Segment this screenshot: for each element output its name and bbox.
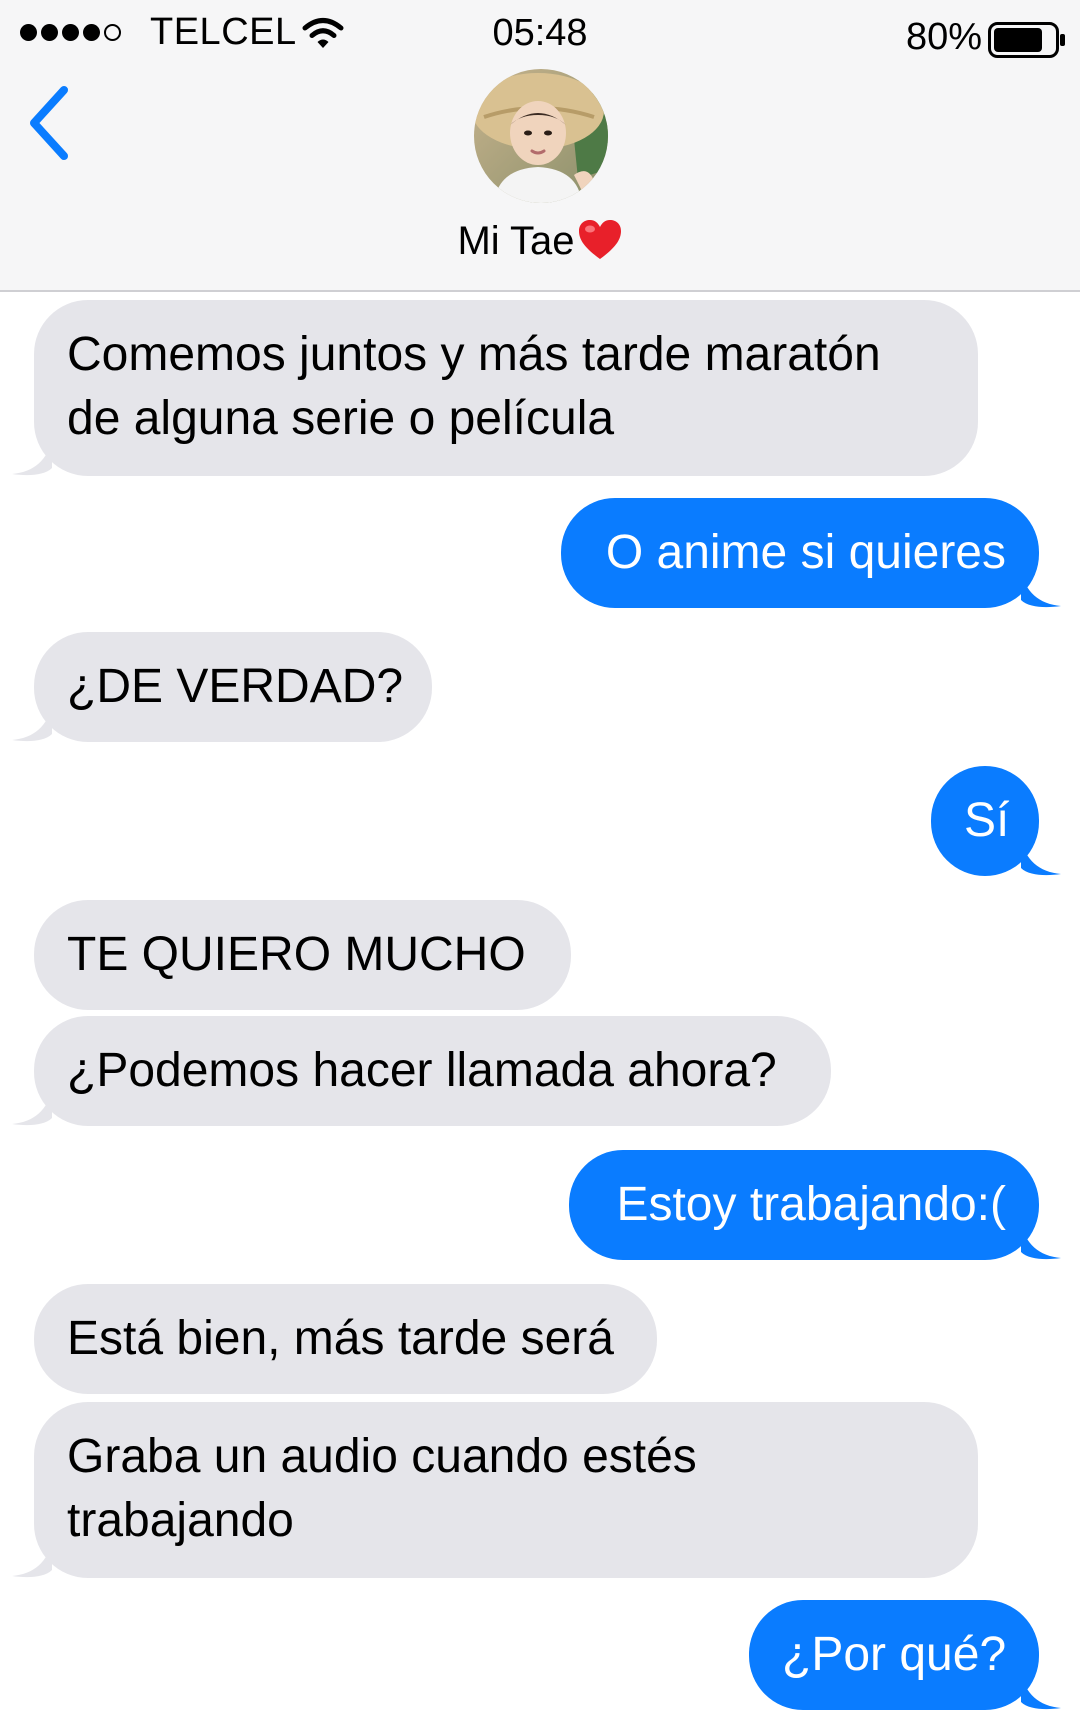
incoming-message-bubble[interactable]: Graba un audio cuando estés trabajando [34,1402,978,1578]
incoming-message-bubble[interactable]: ¿Podemos hacer llamada ahora? [34,1016,831,1126]
message-text: ¿DE VERDAD? [67,660,404,713]
incoming-message-bubble[interactable]: TE QUIERO MUCHO [34,900,571,1010]
outgoing-bubble-tail [1021,838,1061,876]
incoming-bubble-tail [12,704,52,742]
battery-icon [988,22,1065,58]
message-text: Comemos juntos y más tarde maratón [67,328,881,381]
message-text: trabajando [67,1494,294,1547]
incoming-bubble-tail [12,438,52,476]
message-text: de alguna serie o película [67,392,615,445]
message-text: Sí [964,794,1010,847]
outgoing-message-bubble[interactable]: O anime si quieres [561,498,1039,608]
battery-percentage: 80% [905,16,982,58]
incoming-message-bubble[interactable]: Comemos juntos y más tarde maratón de alg… [34,300,978,476]
contact-name-row[interactable]: Mi Tae [0,214,1080,268]
message-text: Estoy trabajando:( [616,1178,1006,1231]
outgoing-bubble-tail [1021,1672,1061,1710]
message-text: O anime si quieres [605,526,1006,579]
outgoing-message-bubble[interactable]: Estoy trabajando:( [569,1150,1039,1260]
red-heart-icon [578,220,621,259]
message-text: Está bien, más tarde será [67,1312,614,1365]
message-text: ¿Podemos hacer llamada ahora? [67,1044,777,1097]
messages-screen: TELCEL 05:48 80% Mi Tae Comemos juntos y… [0,0,1080,1729]
message-text: Graba un audio cuando estés [67,1430,697,1483]
incoming-message-bubble[interactable]: ¿DE VERDAD? [34,632,432,742]
incoming-bubble-tail [12,1540,52,1578]
avatar-photo [474,69,608,203]
contact-name: Mi Tae [457,219,575,263]
outgoing-bubble-tail [1021,1222,1061,1260]
message-text: TE QUIERO MUCHO [67,928,526,981]
incoming-bubble-tail [12,1088,52,1126]
outgoing-message-bubble[interactable]: ¿Por qué? [749,1600,1039,1710]
status-bar: TELCEL 05:48 80% [0,0,1080,70]
contact-avatar[interactable] [474,69,608,203]
back-chevron-icon[interactable] [22,82,78,164]
conversation-header: TELCEL 05:48 80% Mi Tae [0,0,1080,292]
incoming-message-bubble[interactable]: Está bien, más tarde será [34,1284,657,1394]
outgoing-bubble-tail [1021,570,1061,608]
message-text: ¿Por qué? [782,1628,1007,1681]
